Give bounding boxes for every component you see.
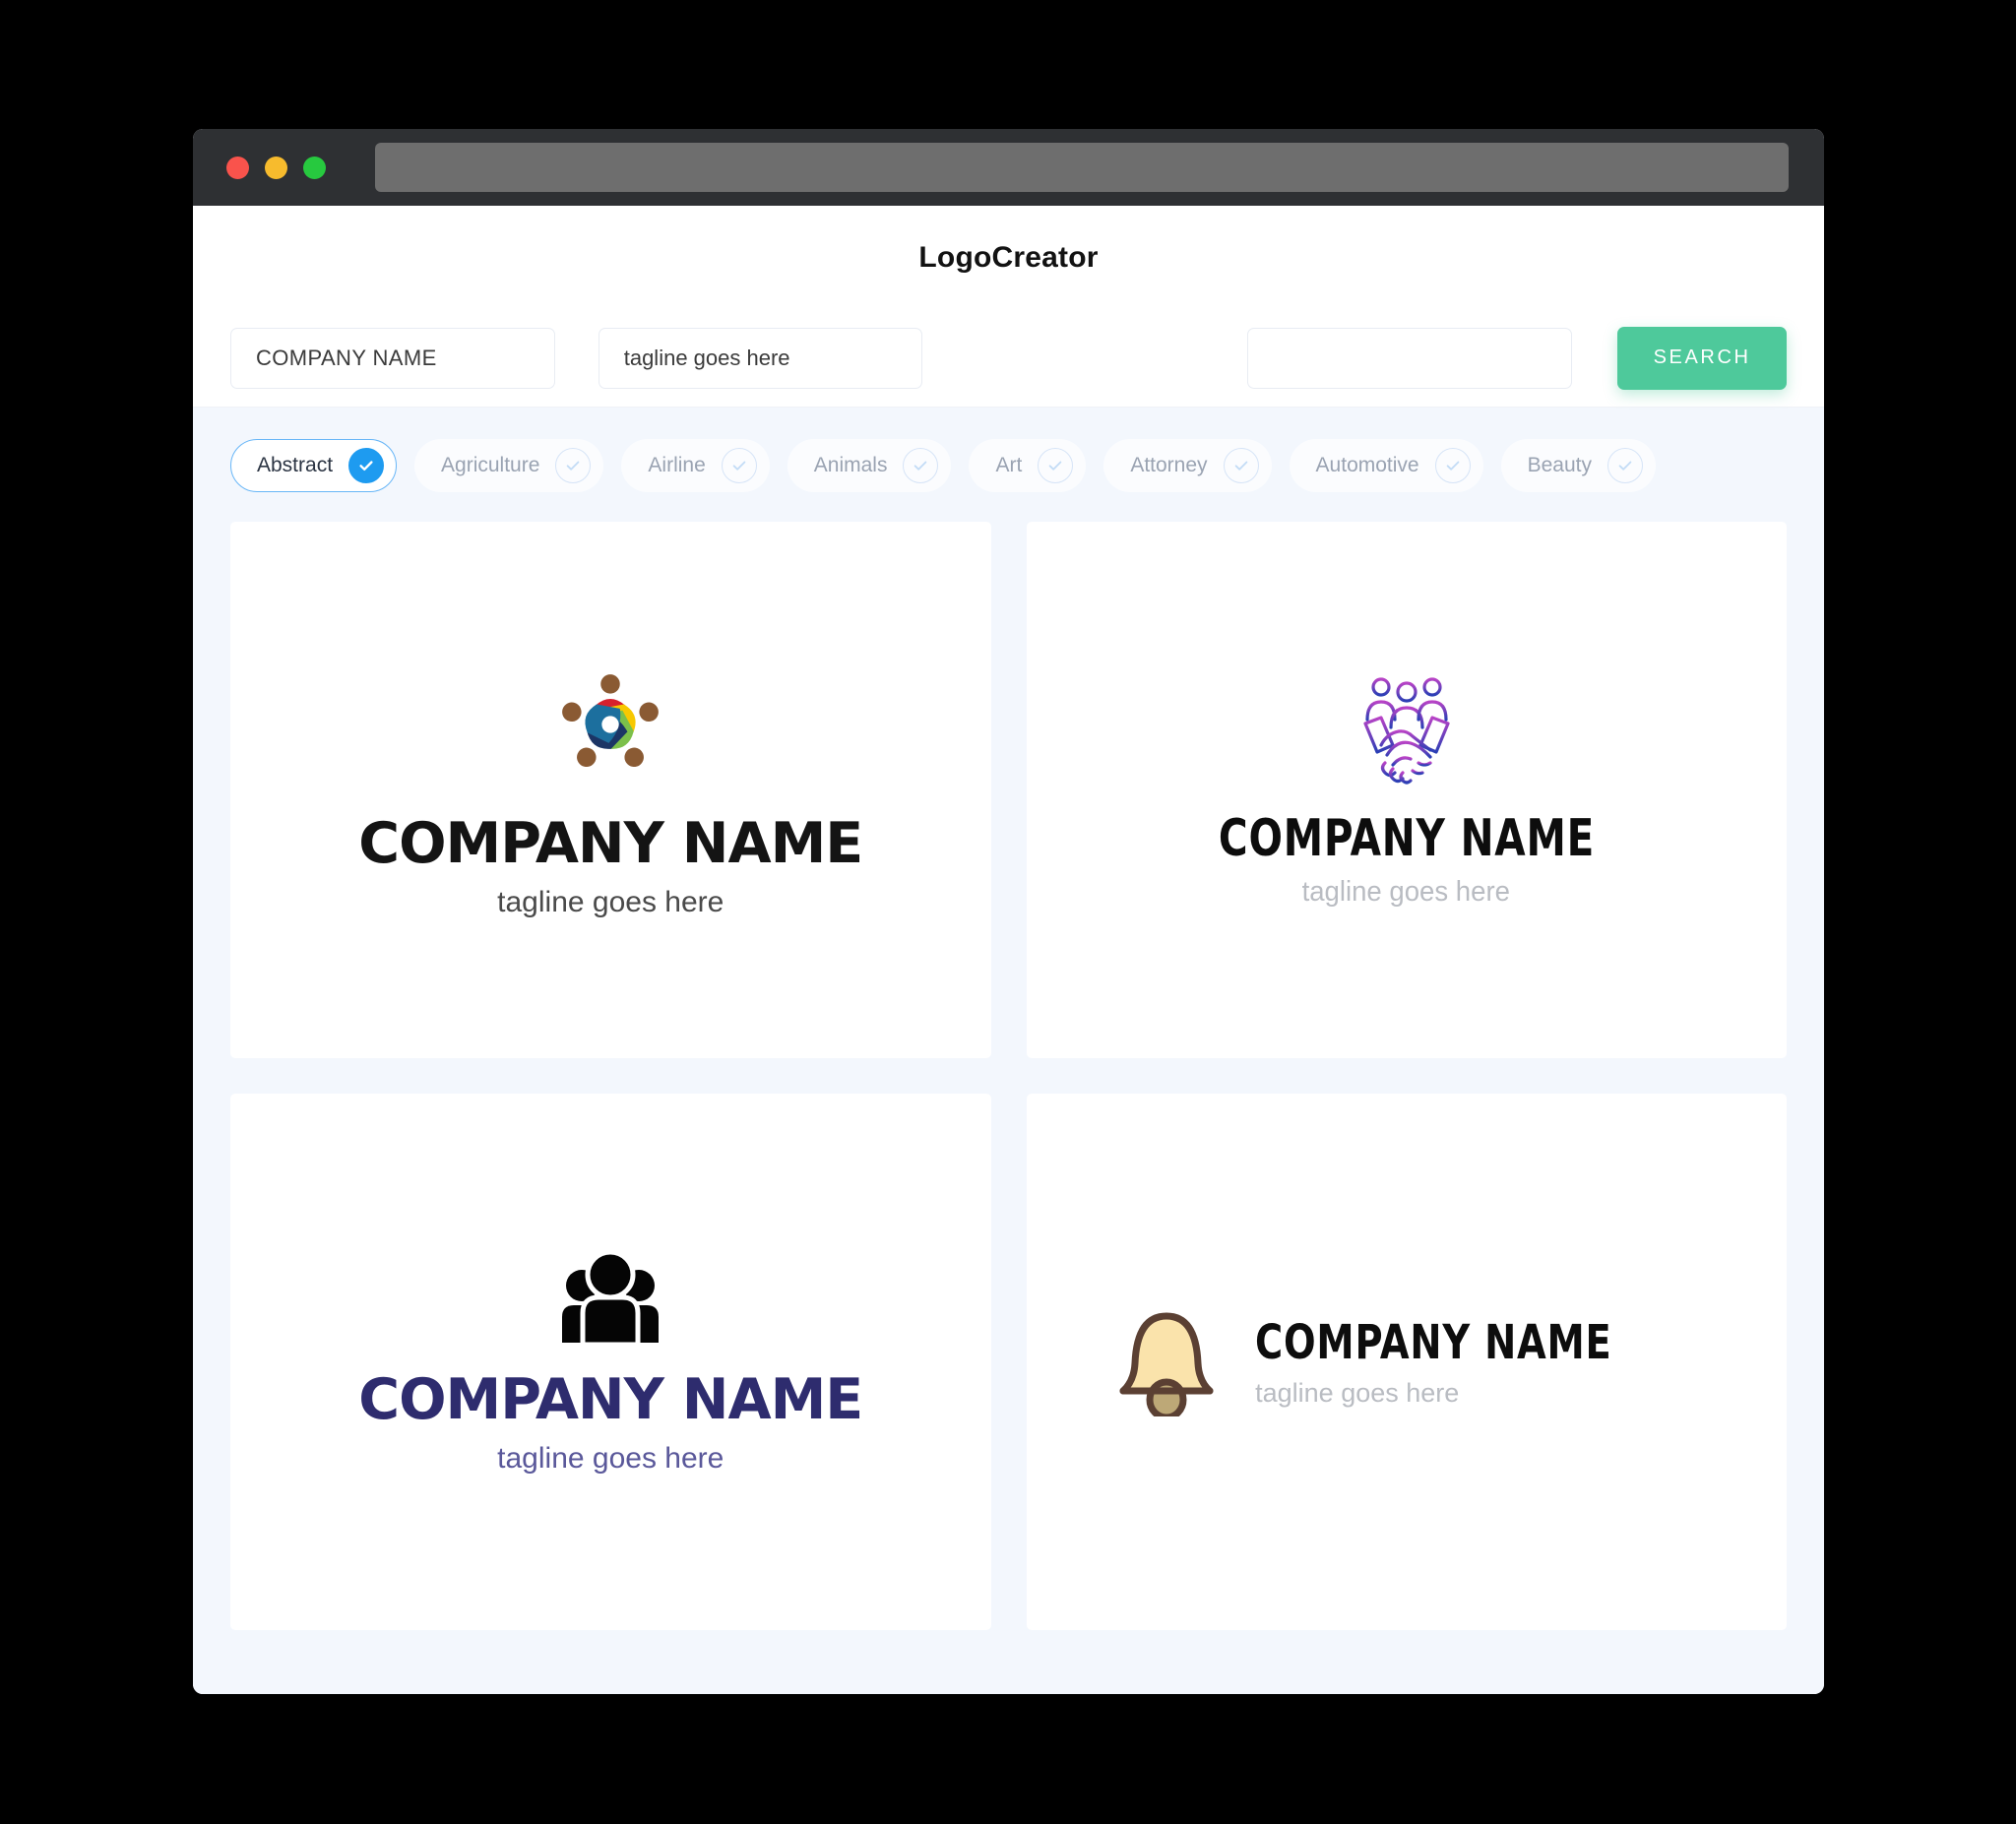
screenshot-stage: LogoCreator COMPANY NAME tagline goes he… <box>0 0 2016 1824</box>
check-icon <box>903 448 939 483</box>
bell-icon <box>1111 1302 1222 1421</box>
logo-preview: COMPANY NAME tagline goes here <box>1111 1302 1701 1421</box>
check-icon <box>1607 448 1643 483</box>
page-title: LogoCreator <box>918 240 1099 274</box>
logo-preview: COMPANY NAME tagline goes here <box>358 660 863 919</box>
close-window-button[interactable] <box>226 156 249 179</box>
logo-company-name: COMPANY NAME <box>1255 1315 1612 1370</box>
logo-results-grid: COMPANY NAME tagline goes here COMPANY N… <box>193 522 1824 1630</box>
tagline-input[interactable]: tagline goes here <box>598 327 923 389</box>
company-name-input[interactable]: COMPANY NAME <box>230 327 555 389</box>
logo-preview: COMPANY NAME tagline goes here <box>358 1248 863 1476</box>
logo-tagline: tagline goes here <box>497 886 724 918</box>
category-chip-art[interactable]: Art <box>969 439 1087 492</box>
app-body: Abstract Agriculture Airline Animals Art… <box>193 408 1824 1694</box>
logo-card[interactable]: COMPANY NAME tagline goes here <box>1026 522 1787 1058</box>
browser-titlebar <box>193 129 1824 206</box>
logo-company-name: COMPANY NAME <box>1218 808 1595 868</box>
logo-tagline: tagline goes here <box>1302 875 1511 908</box>
window-controls <box>226 156 326 179</box>
logo-tagline: tagline goes here <box>497 1442 724 1475</box>
category-chip-label: Art <box>995 454 1023 476</box>
logo-company-name: COMPANY NAME <box>358 1367 863 1432</box>
category-chip-abstract[interactable]: Abstract <box>230 439 398 492</box>
logo-card[interactable]: COMPANY NAME tagline goes here <box>230 522 991 1058</box>
handshake-people-icon <box>1348 672 1466 793</box>
category-chip-attorney[interactable]: Attorney <box>1103 439 1272 492</box>
category-chip-agriculture[interactable]: Agriculture <box>414 439 604 492</box>
check-icon <box>555 448 592 483</box>
category-chip-label: Beauty <box>1527 454 1592 476</box>
logo-card[interactable]: COMPANY NAME tagline goes here <box>1026 1094 1787 1630</box>
check-icon <box>1434 448 1471 483</box>
check-icon <box>348 448 385 483</box>
category-chip-label: Abstract <box>257 454 334 476</box>
check-icon <box>1038 448 1074 483</box>
group-people-solid-icon <box>552 1248 668 1352</box>
logo-card[interactable]: COMPANY NAME tagline goes here <box>230 1094 991 1630</box>
logo-preview: COMPANY NAME tagline goes here <box>1166 672 1648 909</box>
teamwork-circle-icon <box>546 660 674 793</box>
category-chip-automotive[interactable]: Automotive <box>1289 439 1483 492</box>
category-chip-label: Automotive <box>1315 454 1419 476</box>
browser-window: LogoCreator COMPANY NAME tagline goes he… <box>193 129 1824 1694</box>
category-chip-label: Animals <box>813 454 888 476</box>
logo-company-name: COMPANY NAME <box>358 811 863 876</box>
category-filter-bar: Abstract Agriculture Airline Animals Art… <box>193 408 1824 522</box>
logo-text-block: COMPANY NAME tagline goes here <box>1255 1315 1701 1409</box>
category-chip-label: Airline <box>648 454 706 476</box>
maximize-window-button[interactable] <box>303 156 326 179</box>
minimize-window-button[interactable] <box>265 156 287 179</box>
category-chip-airline[interactable]: Airline <box>621 439 770 492</box>
check-icon <box>721 448 757 483</box>
category-chip-label: Agriculture <box>441 454 540 476</box>
url-input[interactable] <box>375 143 1789 192</box>
check-icon <box>1223 448 1259 483</box>
search-button[interactable]: SEARCH <box>1617 326 1787 390</box>
category-chip-label: Attorney <box>1130 454 1208 476</box>
search-toolbar: COMPANY NAME tagline goes here SEARCH <box>193 309 1824 408</box>
category-chip-animals[interactable]: Animals <box>787 439 952 492</box>
app-header: LogoCreator <box>193 206 1824 309</box>
category-chip-beauty[interactable]: Beauty <box>1500 439 1656 492</box>
logo-tagline: tagline goes here <box>1255 1378 1460 1408</box>
keyword-input[interactable] <box>1247 327 1573 389</box>
